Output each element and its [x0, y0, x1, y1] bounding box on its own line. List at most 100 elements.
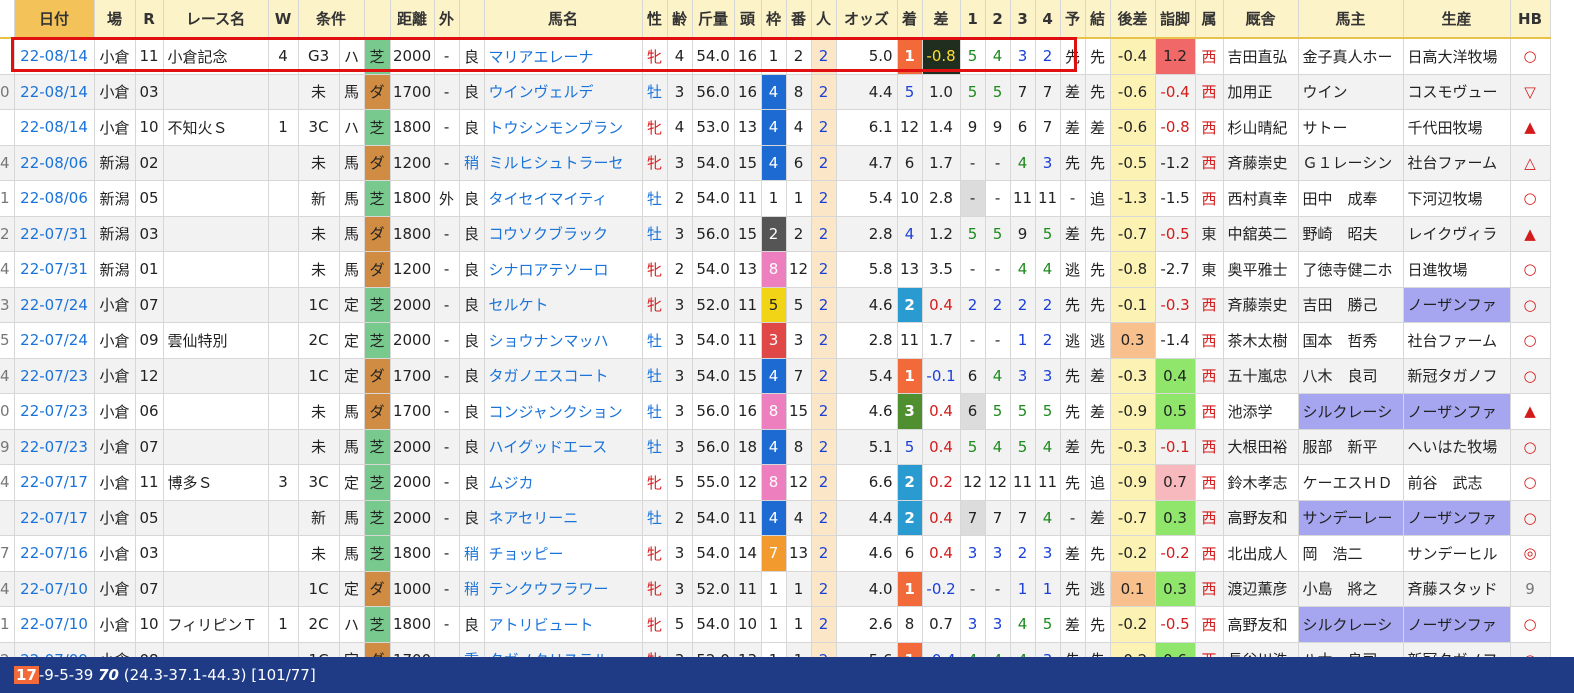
cell-race[interactable] [163, 180, 269, 217]
cell-race[interactable] [163, 216, 269, 252]
cell-date[interactable]: 22-07/16 [14, 535, 95, 572]
cell-trainer[interactable]: 鈴木孝志 [1223, 464, 1299, 501]
header-track[interactable] [459, 0, 485, 39]
cell-date[interactable]: 22-07/31 [14, 251, 95, 288]
cell-date[interactable]: 22-07/23 [14, 358, 95, 394]
table-row[interactable]: 0 22-07/23 小倉 06 未馬ダ 1700- 良コンジャンクション牡 3 56.0 16 8… [0, 393, 1551, 430]
cell-horse[interactable]: コンジャンクション [484, 393, 643, 430]
cell-horse[interactable]: タガノエスコート [484, 358, 643, 394]
cell-owner[interactable]: 金子真人ホー [1298, 38, 1404, 75]
cell-trainer[interactable]: 渡辺薫彦 [1223, 571, 1299, 607]
cell-trainer[interactable]: 吉田直弘 [1223, 38, 1299, 75]
cell-date[interactable]: 22-08/14 [14, 109, 95, 146]
header-breeder[interactable]: 生産 [1403, 0, 1511, 39]
cell-breeder[interactable]: 日高大洋牧場 [1403, 38, 1511, 75]
cell-trainer[interactable]: 斉藤崇史 [1223, 287, 1299, 323]
cell-date[interactable]: 22-07/17 [14, 464, 95, 501]
cell-race[interactable] [163, 358, 269, 394]
header-surf[interactable] [364, 0, 391, 39]
table-row[interactable]: 4 22-07/10 小倉 07 1C 定ダ 1000- 稍テンクウフラワー牝 3 52.0 11 1… [0, 571, 1551, 607]
cell-trainer[interactable]: 杉山晴紀 [1223, 109, 1299, 146]
cell-owner[interactable]: 八木 良司 [1298, 358, 1404, 394]
header-cond[interactable]: 条件 [298, 0, 365, 39]
header-sex[interactable]: 性 [642, 0, 668, 39]
cell-date[interactable]: 22-08/14 [14, 74, 95, 110]
table-row[interactable]: 22-07/17 小倉 05 新馬芝 2000- 良ネアセリーニ牡 2 54.0 11 4 4 2 4.… [0, 500, 1551, 536]
table-row[interactable]: 7 22-07/16 小倉 03 未馬芝 1800- 稍チョッピー牝 3 54.0 14 7 13 2 4… [0, 535, 1551, 572]
cell-breeder[interactable]: 千代田牧場 [1403, 109, 1511, 146]
cell-horse[interactable]: テンクウフラワー [484, 571, 643, 607]
header-atosa[interactable]: 後差 [1110, 0, 1156, 39]
cell-breeder[interactable]: 前谷 武志 [1403, 464, 1511, 501]
header-race[interactable]: レース名 [163, 0, 269, 39]
cell-horse[interactable]: セルケト [484, 287, 643, 323]
cell-horse[interactable]: タイセイマイティ [484, 180, 643, 217]
header-odds[interactable]: オッズ [836, 0, 898, 39]
cell-owner[interactable]: 岡 浩二 [1298, 535, 1404, 572]
header-kyaku[interactable]: 詣脚 [1155, 0, 1196, 39]
header-w[interactable]: W [268, 0, 299, 39]
cell-breeder[interactable]: ノーザンファ [1403, 287, 1511, 323]
cell-owner[interactable]: Ｇ１レーシン [1298, 145, 1404, 181]
cell-race[interactable]: フィリピンＴ [163, 606, 269, 643]
cell-date[interactable]: 22-07/24 [14, 287, 95, 323]
cell-horse[interactable]: ムジカ [484, 464, 643, 501]
cell-breeder[interactable]: ノーザンファ [1403, 393, 1511, 430]
cell-breeder[interactable]: へいはた牧場 [1403, 429, 1511, 465]
cell-owner[interactable]: ケーエスＨＤ [1298, 464, 1404, 501]
cell-race[interactable] [163, 74, 269, 110]
header-hb[interactable]: HB [1510, 0, 1551, 39]
cell-horse[interactable]: トウシンモンブラン [484, 109, 643, 146]
cell-horse[interactable]: ウインヴェルデ [484, 74, 643, 110]
cell-owner[interactable]: 田中 成奉 [1298, 180, 1404, 217]
cell-breeder[interactable]: 新冠タガノフ [1403, 358, 1511, 394]
cell-trainer[interactable]: 五十嵐忠 [1223, 358, 1299, 394]
cell-breeder[interactable]: 社台ファーム [1403, 145, 1511, 181]
cell-owner[interactable]: サンデーレー [1298, 500, 1404, 536]
cell-breeder[interactable]: 日進牧場 [1403, 251, 1511, 288]
header-date[interactable]: 日付 [14, 0, 95, 39]
cell-race[interactable] [163, 571, 269, 607]
cell-trainer[interactable]: 高野友和 [1223, 500, 1299, 536]
header-waku[interactable]: 枠 [761, 0, 787, 39]
cell-owner[interactable]: ウイン [1298, 74, 1404, 110]
cell-breeder[interactable]: サンデーヒル [1403, 535, 1511, 572]
cell-trainer[interactable]: 加用正 [1223, 74, 1299, 110]
header-heads[interactable]: 頭 [734, 0, 762, 39]
cell-date[interactable]: 22-07/23 [14, 429, 95, 465]
cell-horse[interactable]: アトリビュート [484, 606, 643, 643]
header-c1[interactable]: 1 [960, 0, 986, 39]
cell-date[interactable]: 22-07/17 [14, 500, 95, 536]
header-owner[interactable]: 馬主 [1298, 0, 1404, 39]
cell-race[interactable] [163, 429, 269, 465]
cell-horse[interactable]: コウソクブラック [484, 216, 643, 252]
cell-horse[interactable]: シナロアテソーロ [484, 251, 643, 288]
cell-horse[interactable]: ハイグッドエース [484, 429, 643, 465]
header-age[interactable]: 齢 [667, 0, 693, 39]
cell-horse[interactable]: ショウナンマッハ [484, 322, 643, 359]
cell-trainer[interactable]: 大根田裕 [1223, 429, 1299, 465]
cell-breeder[interactable]: ノーザンファ [1403, 500, 1511, 536]
table-row[interactable]: 3 22-07/24 小倉 07 1C 定芝 2000- 良セルケト牝 3 52.0 11 5 5 2 4.… [0, 287, 1551, 323]
header-rank[interactable]: 着 [897, 0, 923, 39]
cell-breeder[interactable]: レイクヴィラ [1403, 216, 1511, 252]
cell-breeder[interactable]: 社台ファーム [1403, 322, 1511, 359]
cell-breeder[interactable]: 下河辺牧場 [1403, 180, 1511, 217]
cell-trainer[interactable]: 奥平雅士 [1223, 251, 1299, 288]
header-kin[interactable]: 斤量 [692, 0, 735, 39]
cell-owner[interactable]: サトー [1298, 109, 1404, 146]
cell-trainer[interactable]: 茶木太樹 [1223, 322, 1299, 359]
header-pop[interactable]: 人 [811, 0, 837, 39]
cell-horse[interactable]: マリアエレーナ [484, 38, 643, 75]
header-diff[interactable]: 差 [922, 0, 961, 39]
table-row[interactable]: 9 22-07/23 小倉 07 未馬芝 2000- 良ハイグッドエース牡 3 56.0 18 4 8… [0, 429, 1551, 465]
cell-trainer[interactable]: 中舘英二 [1223, 216, 1299, 252]
cell-owner[interactable]: 了徳寺健二ホ [1298, 251, 1404, 288]
header-horse[interactable]: 馬名 [484, 0, 643, 39]
table-row[interactable]: 22-08/14 小倉 10 不知火Ｓ 1 3C ハ芝 1800- 良トウシンモンブラン牝 4 53… [0, 109, 1551, 146]
cell-date[interactable]: 22-08/06 [14, 180, 95, 217]
table-row[interactable]: 4 22-07/23 小倉 12 1C 定ダ 1700- 良タガノエスコート牡 3 54.0 15 4… [0, 358, 1551, 394]
cell-trainer[interactable]: 斉藤崇史 [1223, 145, 1299, 181]
header-out[interactable]: 外 [434, 0, 460, 39]
cell-race[interactable] [163, 287, 269, 323]
